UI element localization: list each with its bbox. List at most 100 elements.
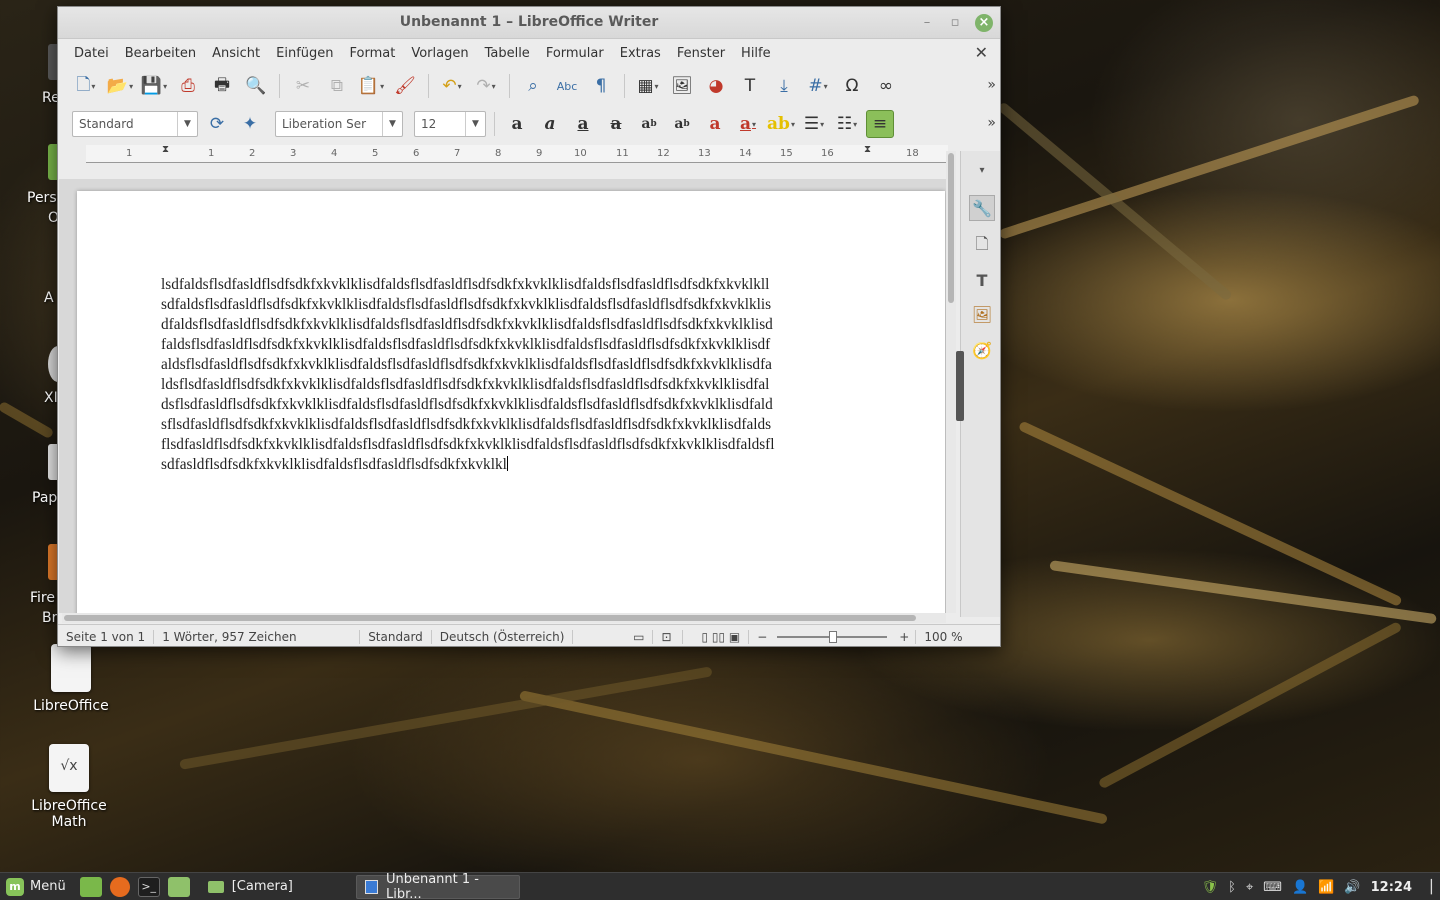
scrollbar-thumb[interactable] — [64, 615, 916, 621]
volume-icon[interactable]: 🔊 — [1344, 880, 1360, 895]
subscript-icon[interactable]: ab — [668, 110, 696, 138]
menu-datei[interactable]: Datei — [66, 46, 117, 61]
scrollbar-thumb[interactable] — [948, 153, 954, 303]
ruler-scale[interactable]: 1 ⧗ 1 2 3 4 5 6 7 8 9 10 11 12 13 14 15 … — [86, 144, 948, 163]
task-writer[interactable]: Unbenannt 1 - Libr... — [355, 872, 520, 900]
vertical-scrollbar[interactable] — [946, 151, 956, 613]
paragraph-style-select[interactable]: Standard ▼ — [72, 111, 198, 137]
menu-bearbeiten[interactable]: Bearbeiten — [117, 46, 204, 61]
font-size-select[interactable]: 12 ▼ — [414, 111, 486, 137]
print-icon[interactable]: 🖶 — [208, 72, 236, 100]
zoom-in-icon[interactable]: + — [893, 630, 915, 644]
page-count[interactable]: Seite 1 von 1 — [58, 629, 155, 644]
maximize-button[interactable]: ▫ — [946, 14, 964, 32]
menu-vorlagen[interactable]: Vorlagen — [403, 46, 476, 61]
insert-image-icon[interactable]: 🖼 — [668, 72, 696, 100]
files-icon[interactable] — [167, 876, 190, 897]
start-menu-button[interactable]: m Menü — [0, 873, 76, 900]
terminal-icon[interactable]: >_ — [137, 876, 160, 897]
show-desktop-icon[interactable] — [79, 876, 102, 897]
shield-icon[interactable]: 🛡 — [1202, 880, 1219, 895]
navigator-icon[interactable]: 🧭 — [969, 337, 995, 363]
menu-format[interactable]: Format — [342, 46, 404, 61]
desktop-icon-libreoffice[interactable]: LibreOffice — [16, 644, 126, 714]
view-layout-icons[interactable]: ▯ ▯▯ ▣ — [693, 629, 750, 644]
gallery-icon[interactable]: 🖼 — [969, 301, 995, 327]
menu-einfuegen[interactable]: Einfügen — [268, 46, 341, 61]
menu-tabelle[interactable]: Tabelle — [477, 46, 538, 61]
bold-icon[interactable]: a — [503, 110, 531, 138]
highlight-color-icon[interactable]: ab ▾ — [767, 110, 795, 138]
ruler-indent-marker[interactable]: ⧗ — [162, 144, 169, 155]
new-document-icon[interactable]: 🗋 ▾ — [72, 72, 100, 100]
menu-extras[interactable]: Extras — [612, 46, 669, 61]
font-color-icon[interactable]: a ▾ — [734, 110, 762, 138]
paste-icon[interactable]: 📋 ▾ — [357, 72, 385, 100]
close-document-icon[interactable]: ✕ — [975, 43, 988, 62]
align-left-icon[interactable]: ≡ — [866, 110, 894, 138]
insert-chart-icon[interactable]: ◕ — [702, 72, 730, 100]
bluetooth-icon[interactable]: ᛒ — [1228, 880, 1236, 895]
location-icon[interactable]: ⌖ — [1246, 880, 1253, 895]
insert-mode-icon[interactable]: ▭ — [573, 629, 654, 644]
show-desktop-corner-icon[interactable]: ▕ — [1422, 880, 1432, 895]
undo-icon[interactable]: ↶ ▾ — [438, 72, 466, 100]
redo-icon[interactable]: ↷ ▾ — [472, 72, 500, 100]
formatting-marks-icon[interactable]: ¶ — [587, 72, 615, 100]
clear-formatting-icon[interactable]: a — [701, 110, 729, 138]
horizontal-ruler[interactable]: 1 ⧗ 1 2 3 4 5 6 7 8 9 10 11 12 13 14 15 … — [66, 143, 1000, 165]
network-icon[interactable]: 📶 — [1318, 880, 1334, 895]
font-name-select[interactable]: Liberation Ser ▼ — [275, 111, 403, 137]
menu-ansicht[interactable]: Ansicht — [204, 46, 268, 61]
horizontal-scrollbar[interactable] — [62, 613, 946, 623]
menu-fenster[interactable]: Fenster — [669, 46, 733, 61]
page-icon[interactable]: 🗋 — [969, 233, 995, 259]
zoom-out-icon[interactable]: − — [749, 630, 771, 644]
insert-field-icon[interactable]: # ▾ — [804, 72, 832, 100]
ruler-indent-marker[interactable]: ⧗ — [864, 144, 871, 155]
new-style-icon[interactable]: ✦ — [236, 110, 264, 138]
save-icon[interactable]: 💾 ▾ — [140, 72, 168, 100]
cut-icon[interactable]: ✂ — [289, 72, 317, 100]
toolbar-overflow-icon[interactable]: » — [987, 77, 996, 93]
firefox-icon[interactable] — [109, 876, 130, 897]
properties-icon[interactable]: 🔧 — [969, 195, 995, 221]
copy-icon[interactable]: ⧉ — [323, 72, 351, 100]
user-icon[interactable]: 👤 — [1292, 880, 1308, 895]
strikethrough-icon[interactable]: a — [602, 110, 630, 138]
zoom-slider-knob[interactable] — [829, 630, 838, 643]
sidebar-menu-icon[interactable]: ▾ — [969, 157, 995, 183]
insert-table-icon[interactable]: ▦ ▾ — [634, 72, 662, 100]
insert-page-break-icon[interactable]: ⤓ — [770, 72, 798, 100]
special-character-icon[interactable]: Ω — [838, 72, 866, 100]
close-window-button[interactable]: × — [975, 14, 993, 32]
document-page[interactable]: lsdfaldsflsdfasldflsdfsdkfxkvklklisdfald… — [77, 191, 945, 613]
zoom-level[interactable]: 100 % — [915, 629, 970, 644]
document-text[interactable]: lsdfaldsflsdfasldflsdfsdkfxkvklklisdfald… — [161, 275, 863, 475]
keyboard-icon[interactable]: ⌨ — [1263, 880, 1282, 895]
export-pdf-icon[interactable]: ⎙ — [174, 72, 202, 100]
minimize-button[interactable]: – — [918, 14, 936, 32]
task-camera[interactable]: [Camera] — [200, 875, 350, 899]
find-replace-icon[interactable]: ⌕ — [519, 72, 547, 100]
underline-icon[interactable]: a — [569, 110, 597, 138]
selection-mode-icon[interactable]: ⊡ — [653, 629, 684, 644]
clock[interactable]: 12:24 — [1371, 880, 1412, 895]
menu-formular[interactable]: Formular — [538, 46, 612, 61]
title-bar[interactable]: Unbenannt 1 – LibreOffice Writer – ▫ × — [58, 7, 1000, 39]
spelling-icon[interactable]: Abc — [553, 72, 581, 100]
italic-icon[interactable]: a — [536, 110, 564, 138]
menu-hilfe[interactable]: Hilfe — [733, 46, 779, 61]
sidebar-resize-handle[interactable] — [956, 351, 964, 421]
zoom-slider[interactable] — [777, 630, 888, 643]
page-style[interactable]: Standard — [360, 629, 432, 644]
bullet-list-icon[interactable]: ☰ ▾ — [800, 110, 828, 138]
insert-textbox-icon[interactable]: T — [736, 72, 764, 100]
document-area[interactable]: lsdfaldsflsdfasldflsdfsdkfxkvklklisdfald… — [59, 179, 947, 613]
numbered-list-icon[interactable]: ☷ ▾ — [833, 110, 861, 138]
insert-hyperlink-icon[interactable]: ∞ — [872, 72, 900, 100]
styles-icon[interactable]: T — [969, 267, 995, 293]
clone-formatting-icon[interactable]: 🖌 — [391, 72, 419, 100]
print-preview-icon[interactable]: 🔍 — [242, 72, 270, 100]
word-count[interactable]: 1 Wörter, 957 Zeichen — [154, 629, 361, 644]
